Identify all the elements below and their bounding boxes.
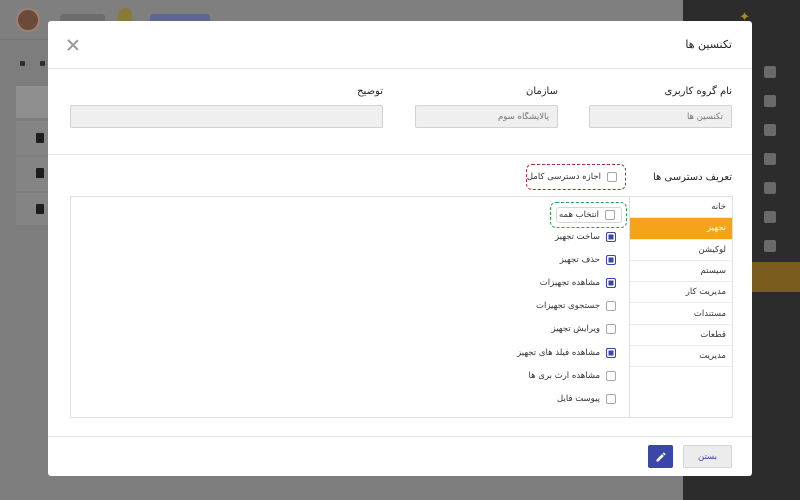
permission-item[interactable]: مشاهده تجهیزات [539,278,616,289]
permission-label: مشاهده تجهیزات [539,278,600,289]
organization-input[interactable] [415,105,558,128]
select-all-label: انتخاب همه [558,210,599,220]
permission-checkbox[interactable] [606,232,616,242]
permission-item[interactable]: ساخت تجهیز [555,232,616,242]
background-file-icon [36,204,44,214]
dialog-header: تکنسین ها [48,21,752,69]
permission-checkbox[interactable] [606,255,616,266]
background-chevron-icon [20,61,25,66]
permission-label: پیوست فایل [557,393,600,404]
permission-item[interactable]: مشاهده فیلد های تجهیز [517,347,616,358]
permission-item[interactable]: حذف تجهیز [559,255,616,266]
category-list: خانه تجهیز لوکیشن سیستم مدیریت کار مستندات قطع… [629,197,732,417]
full-access-highlight: اجازه دسترسی کامل [526,164,626,190]
description-label: توضیح [357,86,383,97]
permission-checkbox[interactable] [606,324,616,335]
background-side-icon [764,211,776,223]
full-access-checkbox[interactable] [607,172,617,182]
background-table-header [16,86,50,118]
background-side-icon [764,124,776,136]
permission-checkbox[interactable] [606,347,616,358]
category-item[interactable]: مدیریت کار [630,282,732,304]
permission-item[interactable]: پیوست فایل [557,393,616,404]
category-item[interactable]: تجهیز [630,218,732,240]
background-avatar [16,8,40,32]
background-dot [40,61,45,66]
permission-label: مشاهده ارث بری ها [528,370,600,381]
group-info-form: نام گروه کاربری سازمان توضیح [48,69,752,155]
background-side-icon [764,182,776,194]
permission-checkbox[interactable] [606,393,616,404]
group-name-input[interactable] [589,105,732,128]
background-table-row [16,121,50,155]
permissions-dialog: تکنسین ها نام گروه کاربری سازمان توضیح ت… [48,21,752,476]
permission-item[interactable]: ویرایش تجهیز [551,324,616,335]
permission-checkbox[interactable] [606,370,616,381]
permission-label: ساخت تجهیز [554,232,600,242]
background-side-icon [764,66,776,78]
permission-item[interactable]: جستجوی تجهیزات [535,301,616,312]
background-bell-icon [118,8,132,22]
select-all-highlight: انتخاب همه [550,202,627,228]
close-button[interactable]: بستن [683,445,732,468]
permission-item[interactable]: مشاهده ارث بری ها [528,370,616,381]
group-name-label: نام گروه کاربری [664,86,733,97]
background-side-icon [764,95,776,107]
full-access-option[interactable]: اجازه دسترسی کامل [527,165,625,189]
permissions-panel: خانه تجهیز لوکیشن سیستم مدیریت کار مستندات قطع… [70,196,733,418]
permission-label: مشاهده فیلد های تجهیز [517,347,600,358]
close-icon[interactable] [67,39,79,51]
description-input[interactable] [70,105,383,128]
full-access-label: اجازه دسترسی کامل [526,172,601,182]
background-side-icon [764,240,776,252]
category-item[interactable]: خانه [630,197,732,219]
background-table-row [16,193,50,225]
permission-checkbox[interactable] [606,278,616,289]
category-item[interactable]: مستندات [630,303,732,325]
dialog-footer: بستن [48,437,752,476]
category-item[interactable]: مدیریت [630,346,732,368]
permission-label: جستجوی تجهیزات [535,301,600,312]
category-item[interactable]: سیستم [630,261,732,283]
select-all-option[interactable]: انتخاب همه [556,207,622,223]
permission-checkbox[interactable] [606,301,616,312]
background-side-icon [764,153,776,165]
background-table-row [16,157,50,191]
pencil-icon [656,451,666,461]
category-item[interactable]: قطعات [630,325,732,347]
edit-button[interactable] [648,445,673,468]
category-item[interactable]: لوکیشن [630,240,732,261]
background-file-icon [36,168,44,178]
permission-label: حذف تجهیز [559,255,600,266]
organization-label: سازمان [525,86,558,97]
select-all-checkbox[interactable] [605,210,615,220]
dialog-title: تکنسین ها [685,38,732,51]
permission-label: ویرایش تجهیز [551,324,600,335]
permissions-title: تعریف دسترسی ها [652,172,732,183]
background-file-icon [36,133,44,143]
